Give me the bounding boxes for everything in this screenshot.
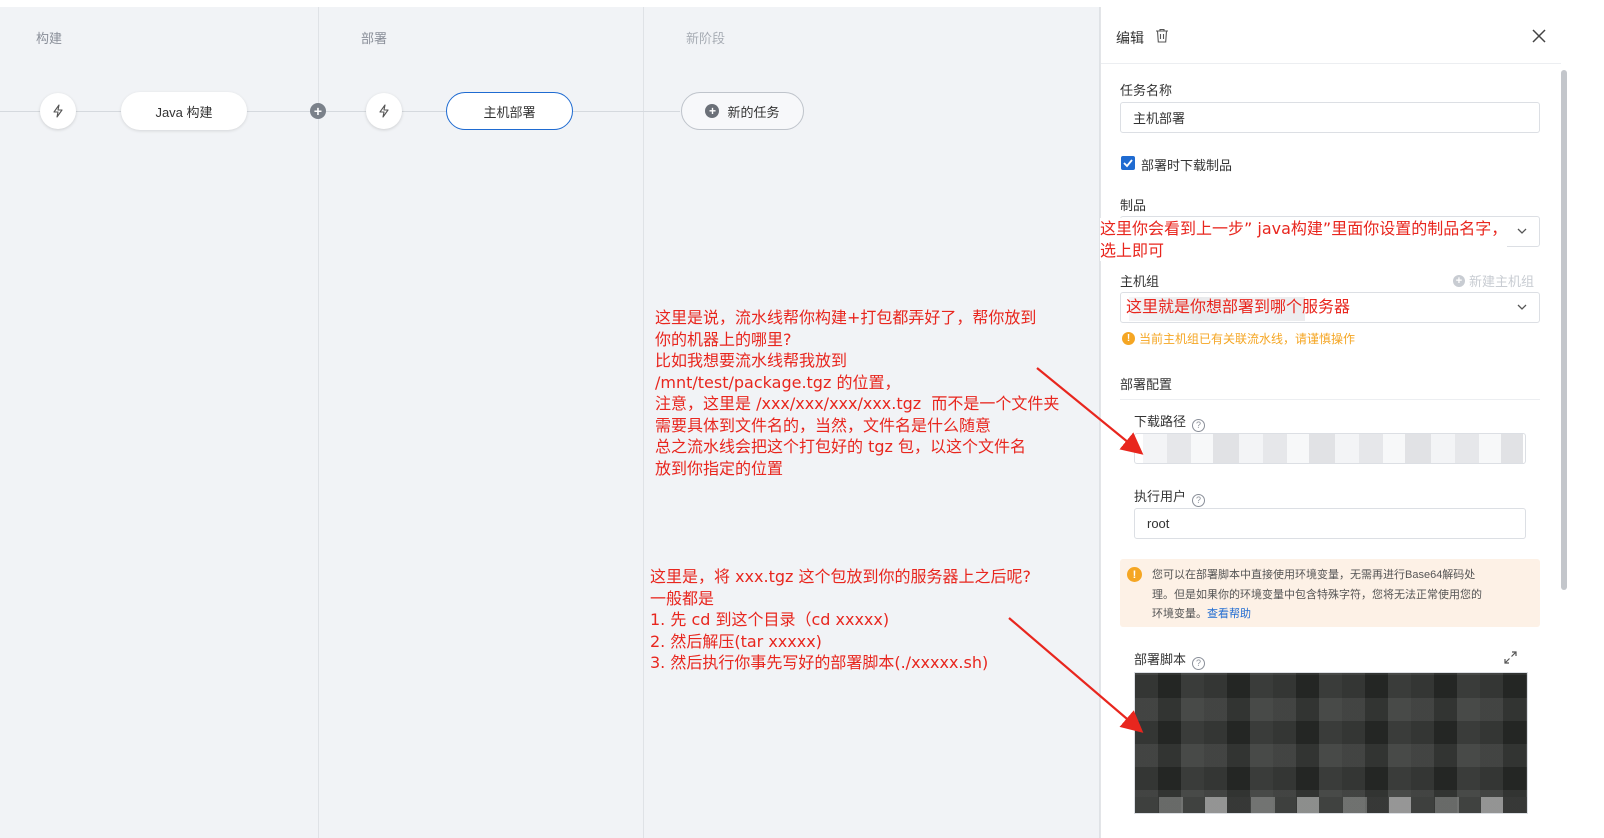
- annotation-arrows: [1008, 367, 1144, 733]
- arrow-to-download-path: [1036, 367, 1144, 455]
- arrow-to-deploy-script: [1008, 617, 1144, 733]
